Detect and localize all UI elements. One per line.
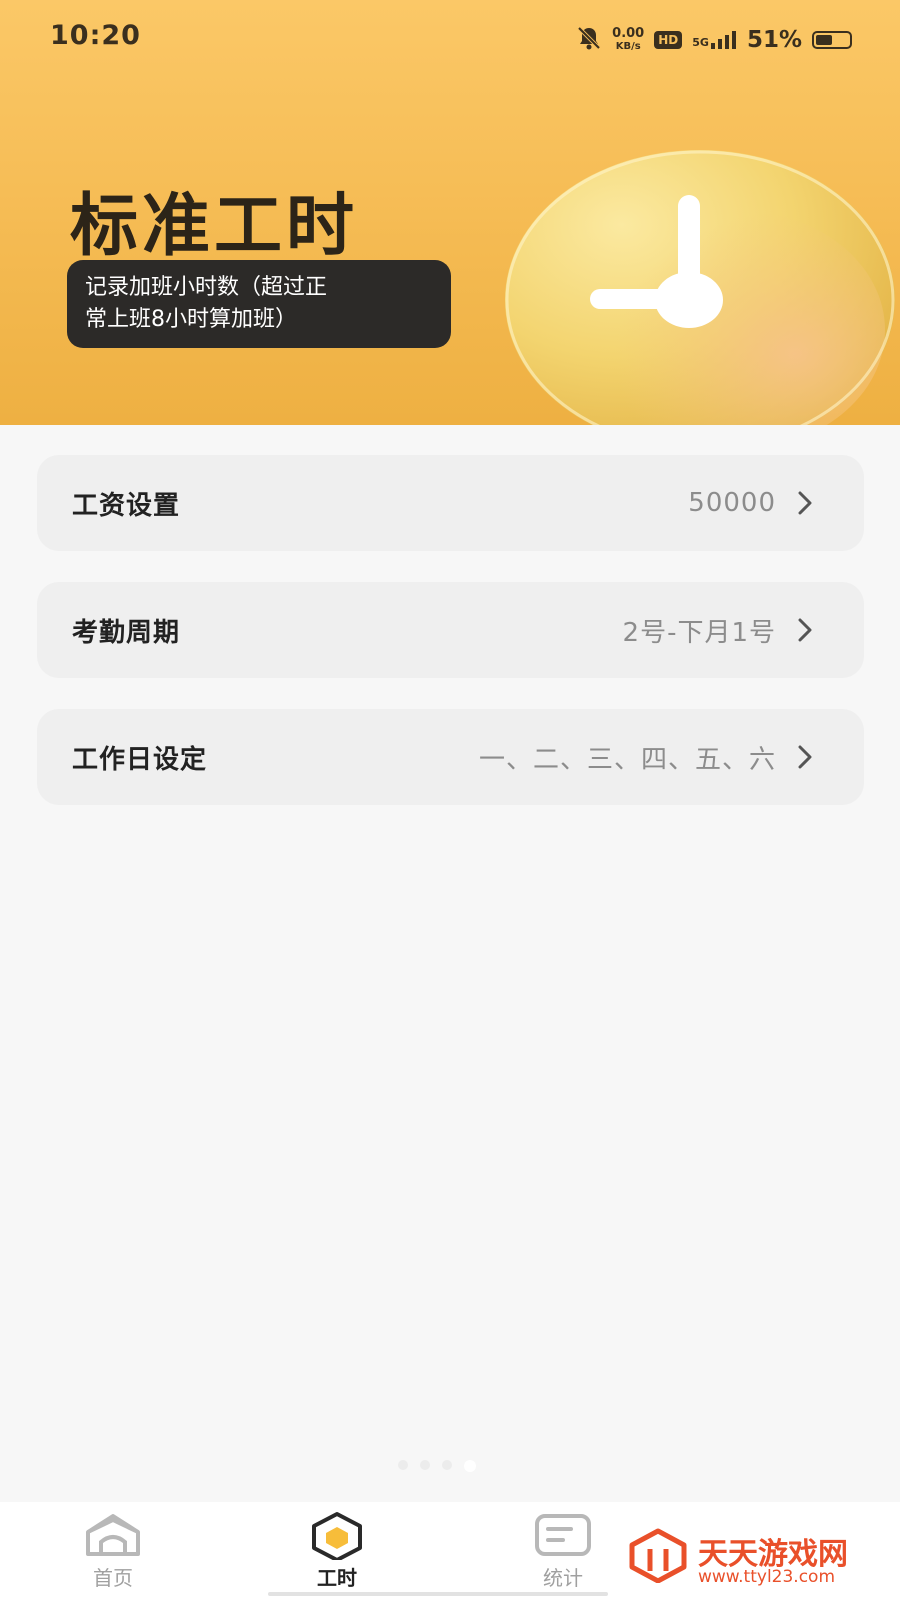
header-banner: 10:20 0.00 KB/s HD 5G 51% 标准工时 记录加班小时数（超… <box>0 0 900 425</box>
watermark-url: www.ttyl23.com <box>698 1567 836 1587</box>
nav-work-hours[interactable]: 工时 <box>277 1510 397 1591</box>
settings-list: 工资设置 50000 考勤周期 2号-下月1号 工作日设定 一、二、三、四、五、… <box>37 455 864 836</box>
status-icons: 0.00 KB/s HD 5G 51% <box>576 24 852 56</box>
battery-percent: 51% <box>746 27 802 53</box>
home-icon <box>86 1514 140 1556</box>
nav-label: 统计 <box>543 1566 583 1590</box>
description-line-1: 记录加班小时数（超过正 <box>85 275 328 300</box>
stats-icon <box>535 1514 591 1556</box>
page-dot <box>442 1460 452 1470</box>
mute-bell-icon <box>576 25 602 55</box>
page-title: 标准工时 <box>70 187 359 266</box>
battery-fill <box>816 35 833 45</box>
status-bar: 10:20 0.00 KB/s HD 5G 51% <box>0 0 900 80</box>
net-speed: 0.00 KB/s <box>612 27 644 53</box>
attendance-cycle-row[interactable]: 考勤周期 2号-下月1号 <box>37 582 864 678</box>
setting-label: 工作日设定 <box>72 744 208 775</box>
net-speed-unit: KB/s <box>615 41 641 52</box>
workday-setting-row[interactable]: 工作日设定 一、二、三、四、五、六 <box>37 709 864 805</box>
net-speed-value: 0.00 <box>612 26 645 41</box>
chevron-right-icon <box>798 491 812 515</box>
signal-icon: 5G <box>692 31 737 49</box>
hd-badge: HD <box>654 31 683 49</box>
nav-stats[interactable]: 统计 <box>503 1510 623 1591</box>
setting-value: 50000 <box>688 488 776 518</box>
nav-home[interactable]: 首页 <box>53 1510 173 1591</box>
bottom-nav: 首页 工时 统计 天天游戏网 www.ttyl23.com <box>0 1502 900 1600</box>
chevron-right-icon <box>798 618 812 642</box>
clock-illustration <box>505 150 895 425</box>
nav-label: 工时 <box>317 1566 357 1590</box>
description-line-2: 常上班8小时算加班） <box>85 307 297 332</box>
page-indicator <box>398 1460 476 1472</box>
network-type: 5G <box>692 36 709 49</box>
page-dot <box>398 1460 408 1470</box>
nav-label: 首页 <box>93 1566 133 1590</box>
hexagon-icon <box>312 1512 362 1560</box>
header-description: 记录加班小时数（超过正 常上班8小时算加班） <box>67 260 451 348</box>
salary-setting-row[interactable]: 工资设置 50000 <box>37 455 864 551</box>
setting-value: 一、二、三、四、五、六 <box>478 744 776 775</box>
setting-label: 考勤周期 <box>72 617 181 648</box>
chevron-right-icon <box>798 745 812 769</box>
watermark-logo-icon <box>629 1528 687 1584</box>
setting-label: 工资设置 <box>72 490 181 521</box>
setting-value: 2号-下月1号 <box>622 617 776 648</box>
watermark: 天天游戏网 www.ttyl23.com <box>628 1527 848 1587</box>
page-dot-active <box>464 1460 476 1472</box>
page-dot <box>420 1460 430 1470</box>
home-indicator[interactable] <box>268 1592 608 1596</box>
status-time: 10:20 <box>50 20 141 51</box>
battery-icon <box>812 31 852 49</box>
